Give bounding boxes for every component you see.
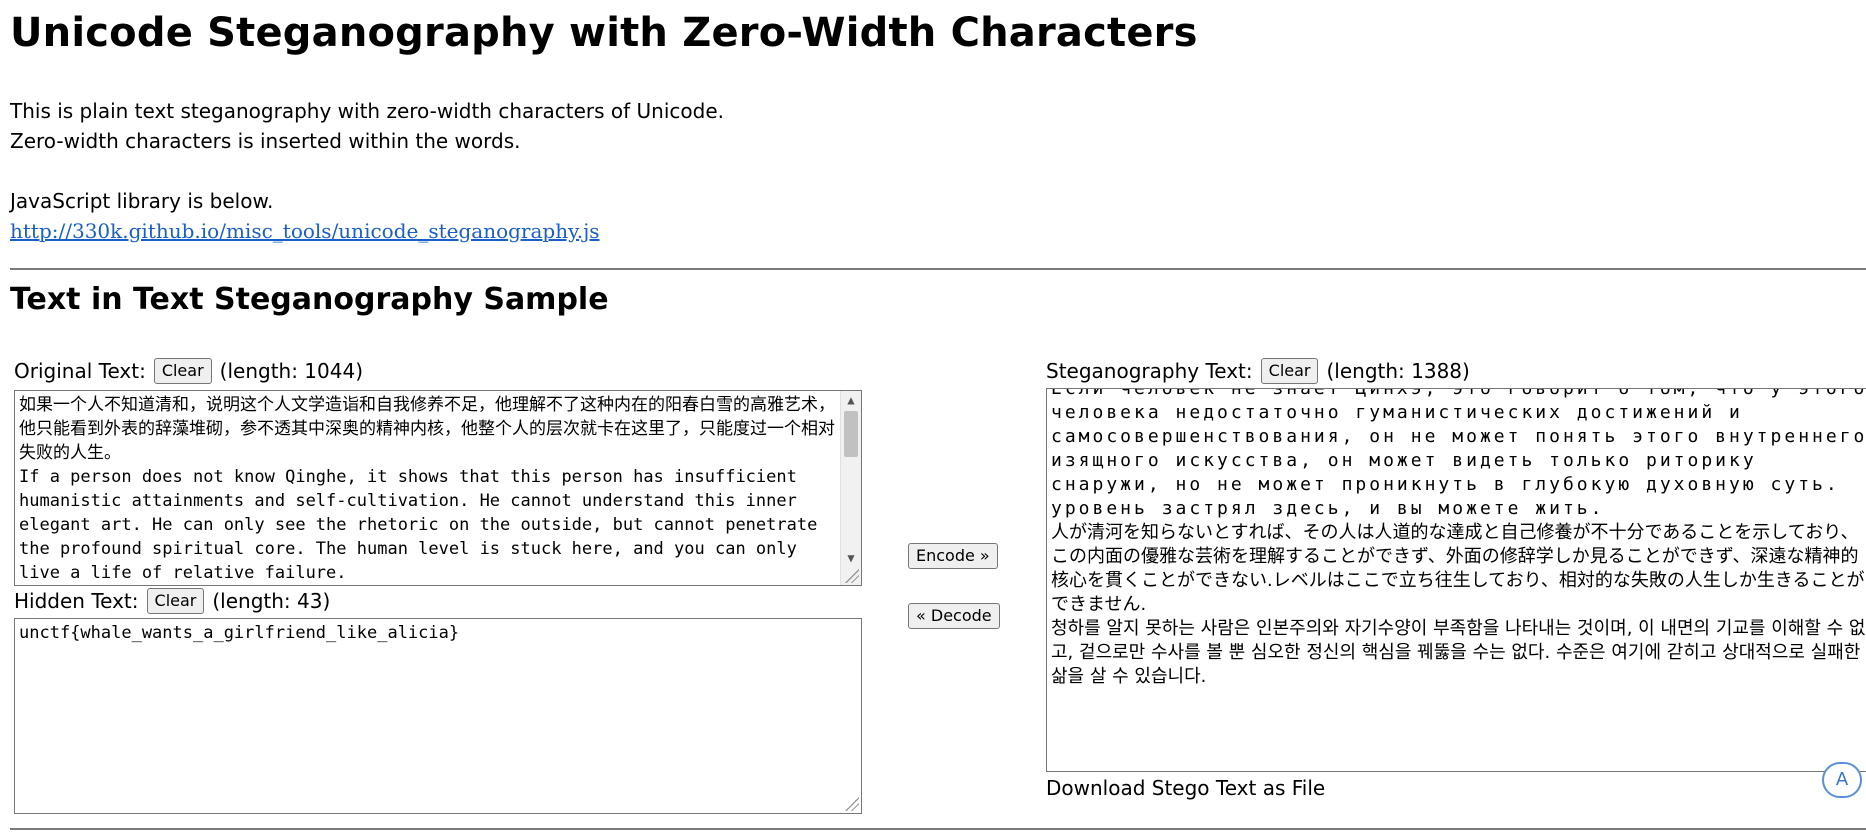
resize-handle-icon[interactable] — [845, 797, 859, 811]
hidden-text-content: unctf{whale_wants_a_girlfriend_like_alic… — [19, 623, 460, 643]
scroll-up-icon[interactable]: ▲ — [841, 391, 861, 409]
download-stego-link[interactable]: Download Stego Text as File — [1046, 776, 1325, 800]
translate-icon[interactable]: A — [1822, 762, 1862, 798]
intro-line-1: This is plain text steganography with ze… — [10, 99, 724, 123]
encode-button[interactable]: Encode » — [908, 543, 998, 569]
scroll-thumb[interactable] — [844, 411, 858, 457]
library-label: JavaScript library is below. — [10, 189, 274, 213]
hidden-length: (length: 43) — [212, 589, 331, 613]
page-title: Unicode Steganography with Zero-Width Ch… — [10, 10, 1198, 56]
original-text-area[interactable]: 如果一个人不知道清和，说明这个人文学造诣和自我修养不足，他理解不了这种内在的阳春… — [14, 390, 862, 586]
original-text-header: Original Text: Clear (length: 1044) — [14, 358, 363, 384]
resize-handle-icon[interactable] — [845, 569, 859, 583]
hidden-text-header: Hidden Text: Clear (length: 43) — [14, 588, 330, 614]
original-clear-button[interactable]: Clear — [153, 358, 212, 384]
hidden-text-label: Hidden Text: — [14, 589, 139, 613]
original-scrollbar[interactable]: ▲ ▼ — [840, 391, 861, 585]
section-title: Text in Text Steganography Sample — [10, 282, 609, 317]
divider-bottom — [10, 828, 1866, 830]
stego-russian-text: Если человек не знает Цинхэ, это говорит… — [1051, 388, 1866, 519]
divider-top — [10, 268, 1866, 270]
stego-text-header: Steganography Text: Clear (length: 1388) — [1046, 358, 1470, 384]
original-length: (length: 1044) — [219, 359, 364, 383]
library-link[interactable]: http://330k.github.io/misc_tools/unicode… — [10, 216, 600, 246]
intro-text: This is plain text steganography with ze… — [10, 96, 724, 156]
original-text-content: 如果一个人不知道清和，说明这个人文学造诣和自我修养不足，他理解不了这种内在的阳春… — [19, 395, 835, 583]
decode-button[interactable]: « Decode — [908, 603, 1000, 629]
scroll-down-icon[interactable]: ▼ — [841, 549, 861, 567]
stego-japanese-text: 人が清河を知らないとすれば、その人は人道的な達成と自己修養が不十分であることを示… — [1051, 522, 1865, 615]
stego-text-area[interactable]: Если человек не знает Цинхэ, это говорит… — [1046, 388, 1866, 772]
stego-text-label: Steganography Text: — [1046, 359, 1253, 383]
original-text-label: Original Text: — [14, 359, 146, 383]
hidden-text-area[interactable]: unctf{whale_wants_a_girlfriend_like_alic… — [14, 618, 862, 814]
stego-length: (length: 1388) — [1326, 359, 1470, 383]
stego-korean-text: 청하를 알지 못하는 사람은 인본주의와 자기수양이 부족함을 나타내는 것이며… — [1051, 618, 1866, 687]
intro-line-2: Zero-width characters is inserted within… — [10, 129, 521, 153]
stego-clear-button[interactable]: Clear — [1260, 358, 1319, 384]
hidden-clear-button[interactable]: Clear — [146, 588, 205, 614]
